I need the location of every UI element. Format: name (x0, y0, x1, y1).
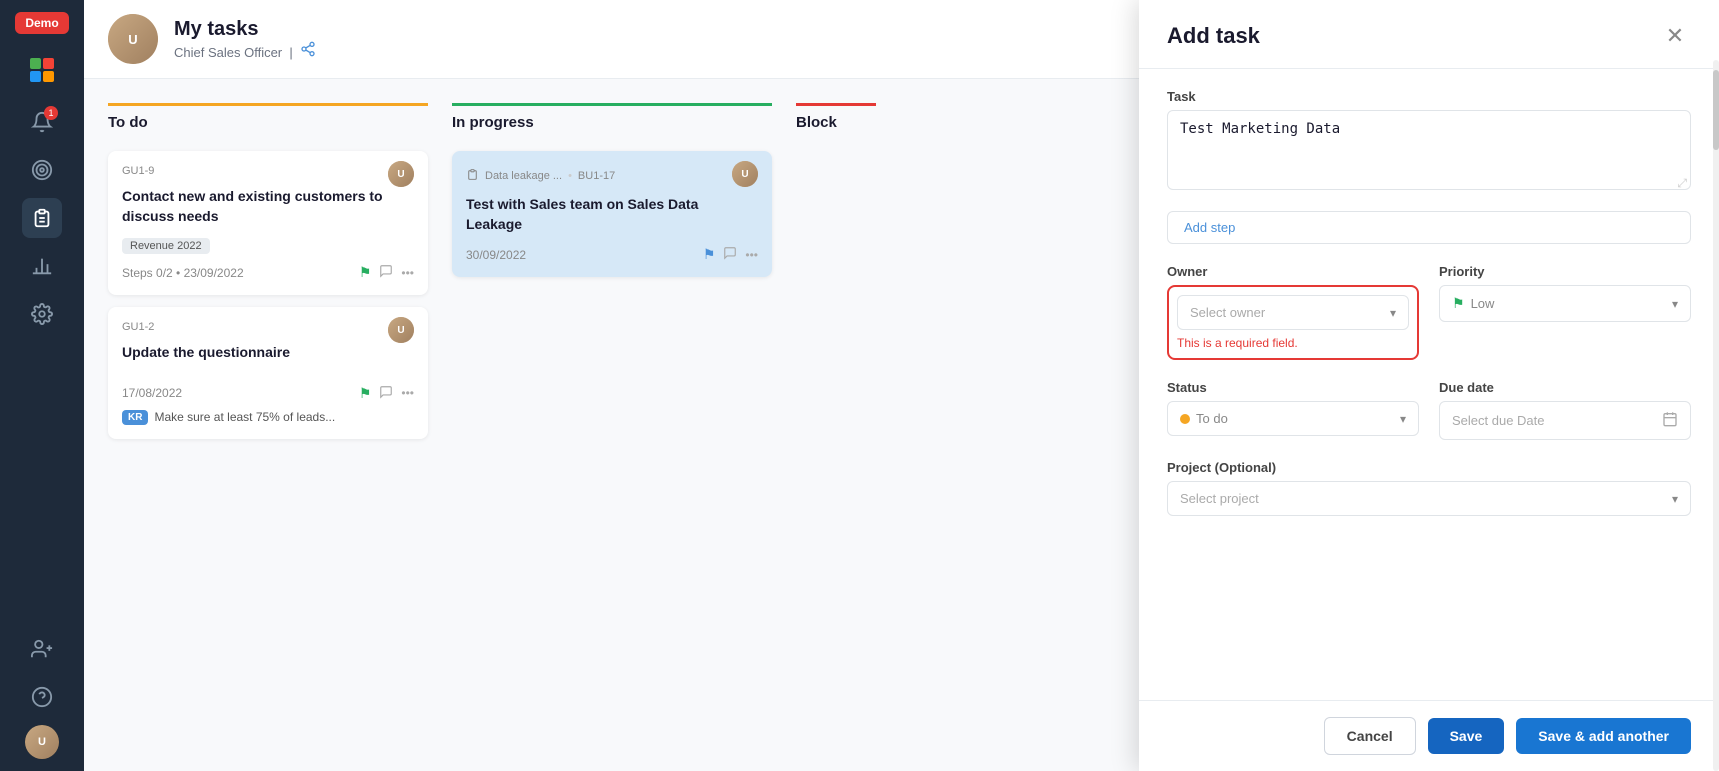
user-avatar[interactable]: U (25, 725, 59, 759)
priority-label: Priority (1439, 264, 1691, 279)
project-label: Project (Optional) (1167, 460, 1691, 475)
status-select[interactable]: To do ▾ (1167, 401, 1419, 436)
help-icon[interactable] (22, 677, 62, 717)
owner-select[interactable]: Select owner ▾ (1177, 295, 1409, 330)
task-input[interactable]: Test Marketing Data (1167, 110, 1691, 190)
modal-title: Add task (1167, 23, 1260, 49)
flag-icon[interactable]: ⚑ (703, 246, 716, 263)
chevron-down-icon: ▾ (1672, 492, 1678, 506)
logo-icon[interactable] (22, 50, 62, 90)
modal-footer: Cancel Save Save & add another (1139, 700, 1719, 771)
card-title: Contact new and existing customers to di… (122, 187, 414, 226)
card-meta-text: Data leakage ... (485, 170, 562, 182)
owner-priority-row: Owner Select owner ▾ This is a required … (1167, 264, 1691, 360)
demo-button[interactable]: Demo (15, 12, 68, 34)
owner-field: Owner Select owner ▾ This is a required … (1167, 264, 1419, 360)
add-step-button[interactable]: Add step (1167, 211, 1691, 244)
card-id: BU1-17 (578, 170, 615, 182)
tasks-icon[interactable] (22, 198, 62, 238)
card-date: 17/08/2022 (122, 386, 182, 400)
owner-error-message: This is a required field. (1177, 336, 1409, 350)
resize-handle-icon: ⤢ (1677, 176, 1687, 191)
chevron-down-icon: ▾ (1390, 306, 1396, 320)
card-meta-icon (466, 168, 479, 184)
column-inprogress-header: In progress (452, 103, 772, 137)
header-avatar: U (108, 14, 158, 64)
column-todo: To do GU1-9 U Contact new and existing c… (108, 103, 428, 771)
sidebar: Demo 1 (0, 0, 84, 771)
comment-icon[interactable] (379, 264, 393, 281)
avatar: U (732, 161, 758, 187)
card-tag: Revenue 2022 (122, 238, 210, 254)
modal-body: Task Test Marketing Data ⤢ Add step Owne… (1139, 69, 1719, 700)
status-dot-icon (1180, 414, 1190, 424)
more-icon[interactable]: ••• (401, 266, 414, 280)
card-title: Test with Sales team on Sales Data Leaka… (466, 195, 758, 234)
modal-scrollbar[interactable] (1713, 60, 1719, 771)
chevron-down-icon: ▾ (1672, 297, 1678, 311)
chart-icon[interactable] (22, 246, 62, 286)
due-date-field: Due date Select due Date (1439, 380, 1691, 440)
avatar: U (388, 161, 414, 187)
cancel-button[interactable]: Cancel (1324, 717, 1416, 755)
table-row: Data leakage ... • BU1-17 U Test with Sa… (452, 151, 772, 277)
gear-icon[interactable] (22, 294, 62, 334)
header-info: My tasks Chief Sales Officer | (174, 18, 316, 60)
status-value: To do (1196, 411, 1228, 426)
save-add-another-button[interactable]: Save & add another (1516, 718, 1691, 754)
share-icon[interactable] (300, 45, 316, 60)
project-field: Project (Optional) Select project ▾ (1167, 460, 1691, 516)
avatar: U (388, 317, 414, 343)
owner-placeholder: Select owner (1190, 305, 1265, 320)
project-select[interactable]: Select project ▾ (1167, 481, 1691, 516)
more-icon[interactable]: ••• (401, 386, 414, 400)
status-duedate-row: Status To do ▾ Due date Select due Date (1167, 380, 1691, 440)
priority-field: Priority ⚑ Low ▾ (1439, 264, 1691, 360)
owner-label: Owner (1167, 264, 1419, 279)
column-blocked: Block (796, 103, 876, 771)
notification-badge: 1 (44, 106, 58, 120)
flag-icon[interactable]: ⚑ (359, 264, 372, 281)
card-steps: Steps 0/2 • 23/09/2022 (122, 266, 244, 280)
priority-value: Low (1471, 296, 1495, 311)
scrollbar-thumb (1713, 70, 1719, 150)
bell-icon[interactable]: 1 (22, 102, 62, 142)
target-icon[interactable] (22, 150, 62, 190)
kr-badge: KR (122, 410, 148, 425)
status-label: Status (1167, 380, 1419, 395)
project-placeholder: Select project (1180, 491, 1259, 506)
flag-icon[interactable]: ⚑ (359, 385, 372, 402)
task-field-label: Task (1167, 89, 1691, 104)
column-blocked-header: Block (796, 103, 876, 137)
status-field: Status To do ▾ (1167, 380, 1419, 440)
card-id: GU1-9 (122, 165, 154, 177)
column-todo-header: To do (108, 103, 428, 137)
column-inprogress: In progress Data leakage ... • BU1-17 U … (452, 103, 772, 771)
save-button[interactable]: Save (1428, 718, 1505, 754)
comment-icon[interactable] (723, 246, 737, 263)
priority-flag-icon: ⚑ (1452, 295, 1465, 312)
table-row: GU1-2 U Update the questionnaire 17/08/2… (108, 307, 428, 439)
table-row: GU1-9 U Contact new and existing custome… (108, 151, 428, 295)
due-date-label: Due date (1439, 380, 1691, 395)
task-input-wrapper: Test Marketing Data ⤢ (1167, 110, 1691, 195)
add-task-modal: Add task ✕ Task Test Marketing Data ⤢ Ad… (1139, 0, 1719, 771)
page-title: My tasks (174, 18, 316, 41)
chevron-down-icon: ▾ (1400, 412, 1406, 426)
more-icon[interactable]: ••• (745, 248, 758, 262)
due-date-select[interactable]: Select due Date (1439, 401, 1691, 440)
priority-select[interactable]: ⚑ Low ▾ (1439, 285, 1691, 322)
comment-icon[interactable] (379, 385, 393, 402)
modal-header: Add task ✕ (1139, 0, 1719, 69)
user-role: Chief Sales Officer | (174, 41, 316, 60)
card-title: Update the questionnaire (122, 343, 414, 363)
card-bottom-text: Make sure at least 75% of leads... (154, 410, 335, 424)
due-date-placeholder: Select due Date (1452, 413, 1545, 428)
main-content: U My tasks Chief Sales Officer | To do (84, 0, 1719, 771)
close-button[interactable]: ✕ (1659, 20, 1691, 52)
card-date: 30/09/2022 (466, 248, 526, 262)
calendar-icon (1662, 411, 1678, 430)
card-id: GU1-2 (122, 321, 154, 333)
add-user-icon[interactable] (22, 629, 62, 669)
